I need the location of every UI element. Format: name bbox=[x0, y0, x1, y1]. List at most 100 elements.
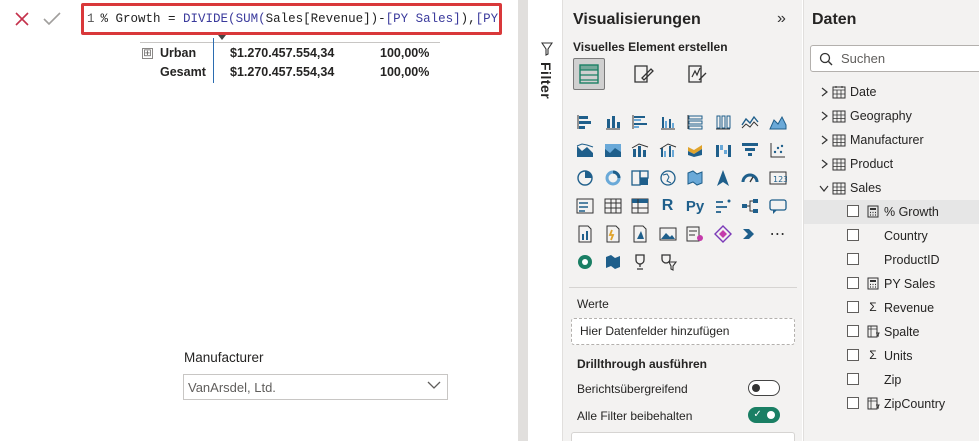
pie-chart-icon[interactable] bbox=[573, 166, 597, 190]
funnel-chart-icon[interactable] bbox=[738, 138, 762, 162]
collapse-pane-icon[interactable]: » bbox=[777, 10, 786, 28]
100-stacked-column-icon[interactable] bbox=[711, 110, 735, 134]
field-row-spalte[interactable]: Spalte bbox=[804, 320, 979, 344]
filter-pane-label[interactable]: Filter bbox=[538, 62, 554, 99]
power-automate-icon[interactable] bbox=[601, 222, 625, 246]
chevron-right-icon[interactable] bbox=[818, 86, 830, 98]
stacked-area-chart-icon[interactable] bbox=[573, 138, 597, 162]
key-influencers-icon[interactable] bbox=[711, 194, 735, 218]
table-node-sales[interactable]: Sales bbox=[804, 176, 979, 200]
table-node-date[interactable]: Date bbox=[804, 80, 979, 104]
waterfall-chart-icon[interactable] bbox=[711, 138, 735, 162]
decomposition-tree-icon[interactable] bbox=[738, 194, 762, 218]
image-visual-icon[interactable] bbox=[656, 222, 680, 246]
calculated-column-icon bbox=[866, 324, 880, 338]
field-checkbox[interactable] bbox=[847, 301, 859, 313]
metrics-icon[interactable] bbox=[711, 222, 735, 246]
line-and-clustered-column-icon[interactable] bbox=[656, 138, 680, 162]
field-row-revenue[interactable]: Σ Revenue bbox=[804, 296, 979, 320]
formula-arg-py1: [PY Sales] bbox=[385, 12, 461, 26]
table-node-manufacturer[interactable]: Manufacturer bbox=[804, 128, 979, 152]
commit-check-icon[interactable] bbox=[42, 9, 62, 29]
python-visual-icon[interactable]: Py bbox=[683, 194, 707, 218]
line-chart-icon[interactable] bbox=[738, 110, 762, 134]
visual-gallery: 123 R Py ⋯ bbox=[573, 110, 795, 278]
chevron-down-icon[interactable] bbox=[818, 182, 830, 194]
azure-map-icon[interactable] bbox=[711, 166, 735, 190]
chevron-right-icon[interactable] bbox=[818, 158, 830, 170]
matrix-visual[interactable]: ⊞ Urban $1.270.457.554,34 100,00% Gesamt… bbox=[140, 35, 440, 83]
field-row-zip[interactable]: Zip bbox=[804, 368, 979, 392]
treemap-icon[interactable] bbox=[628, 166, 652, 190]
keep-filters-toggle[interactable]: ✓ bbox=[748, 407, 780, 423]
100-stacked-bar-icon[interactable] bbox=[683, 110, 707, 134]
row-percent: 100,00% bbox=[380, 46, 430, 60]
card-icon[interactable]: 123 bbox=[766, 166, 790, 190]
cross-report-toggle[interactable] bbox=[748, 380, 780, 396]
field-checkbox[interactable] bbox=[847, 229, 859, 241]
100-stacked-area-icon[interactable] bbox=[601, 138, 625, 162]
values-dropzone[interactable]: Hier Datenfelder hinzufügen bbox=[571, 318, 795, 345]
analytics-tab-icon[interactable] bbox=[681, 58, 713, 90]
cancel-icon[interactable] bbox=[12, 9, 32, 29]
clustered-column-chart-icon[interactable] bbox=[656, 110, 680, 134]
paginated-report-icon[interactable] bbox=[573, 222, 597, 246]
matrix-icon[interactable] bbox=[628, 194, 652, 218]
qa-visual-icon[interactable] bbox=[766, 194, 790, 218]
formula-mid: )- bbox=[370, 12, 386, 26]
field-row-growth[interactable]: % Growth bbox=[804, 200, 979, 224]
line-and-stacked-column-icon[interactable] bbox=[628, 138, 652, 162]
field-checkbox[interactable] bbox=[847, 253, 859, 265]
stacked-column-chart-icon[interactable] bbox=[601, 110, 625, 134]
table-node-product[interactable]: Product bbox=[804, 152, 979, 176]
field-row-py-sales[interactable]: PY Sales bbox=[804, 272, 979, 296]
field-row-zipcountry[interactable]: ZipCountry bbox=[804, 392, 979, 416]
donut-chart-icon[interactable] bbox=[601, 166, 625, 190]
canvas-scrollbar[interactable] bbox=[518, 0, 528, 441]
data-search-input[interactable]: Suchen bbox=[810, 45, 979, 72]
formula-editor[interactable]: 1% Growth = DIVIDE(SUM(Sales[Revenue])-[… bbox=[81, 3, 502, 35]
stacked-bar-chart-icon[interactable] bbox=[573, 110, 597, 134]
field-checkbox[interactable] bbox=[847, 397, 859, 409]
field-checkbox[interactable] bbox=[847, 349, 859, 361]
slicer-selected-value: VanArsdel, Ltd. bbox=[188, 379, 276, 395]
clustered-bar-chart-icon[interactable] bbox=[628, 110, 652, 134]
field-checkbox[interactable] bbox=[847, 373, 859, 385]
expand-row-icon[interactable]: ⊞ bbox=[142, 48, 153, 59]
chevron-right-icon[interactable] bbox=[818, 110, 830, 122]
arcgis-map-icon[interactable] bbox=[573, 250, 597, 274]
area-chart-icon[interactable] bbox=[766, 110, 790, 134]
multi-row-card-icon[interactable] bbox=[573, 194, 597, 218]
table-node-geography[interactable]: Geography bbox=[804, 104, 979, 128]
field-checkbox[interactable] bbox=[847, 277, 859, 289]
filter-icon[interactable] bbox=[541, 42, 553, 56]
chevron-right-icon[interactable] bbox=[818, 134, 830, 146]
smart-narrative-icon[interactable] bbox=[683, 222, 707, 246]
table-icon[interactable] bbox=[601, 194, 625, 218]
slicer-dropdown[interactable]: VanArsdel, Ltd. bbox=[183, 374, 448, 400]
formula-fn-sum: SUM( bbox=[235, 12, 266, 26]
r-visual-icon[interactable]: R bbox=[656, 194, 680, 218]
map-icon[interactable] bbox=[656, 166, 680, 190]
gauge-icon[interactable] bbox=[738, 166, 762, 190]
field-row-productid[interactable]: ProductID bbox=[804, 248, 979, 272]
goals-trophy-icon[interactable] bbox=[628, 250, 652, 274]
field-row-country[interactable]: Country bbox=[804, 224, 979, 248]
more-visuals-icon[interactable]: ⋯ bbox=[766, 222, 790, 246]
field-row-units[interactable]: Σ Units bbox=[804, 344, 979, 368]
values-well-label: Werte bbox=[577, 297, 609, 311]
table-name: Geography bbox=[850, 109, 912, 123]
ribbon-chart-icon[interactable] bbox=[683, 138, 707, 162]
trophy-filter-icon[interactable] bbox=[656, 250, 680, 274]
scatter-chart-icon[interactable] bbox=[766, 138, 790, 162]
drillthrough-title: Drillthrough ausführen bbox=[577, 357, 707, 371]
format-visual-tab-icon[interactable] bbox=[627, 58, 659, 90]
power-apps-icon[interactable] bbox=[628, 222, 652, 246]
build-visual-tab-icon[interactable] bbox=[573, 58, 605, 90]
power-automate-arrow-icon[interactable] bbox=[738, 222, 762, 246]
field-checkbox[interactable] bbox=[847, 325, 859, 337]
field-checkbox[interactable] bbox=[847, 205, 859, 217]
filled-map-icon[interactable] bbox=[683, 166, 707, 190]
shape-map-icon[interactable] bbox=[601, 250, 625, 274]
sort-indicator-icon[interactable] bbox=[218, 35, 226, 40]
